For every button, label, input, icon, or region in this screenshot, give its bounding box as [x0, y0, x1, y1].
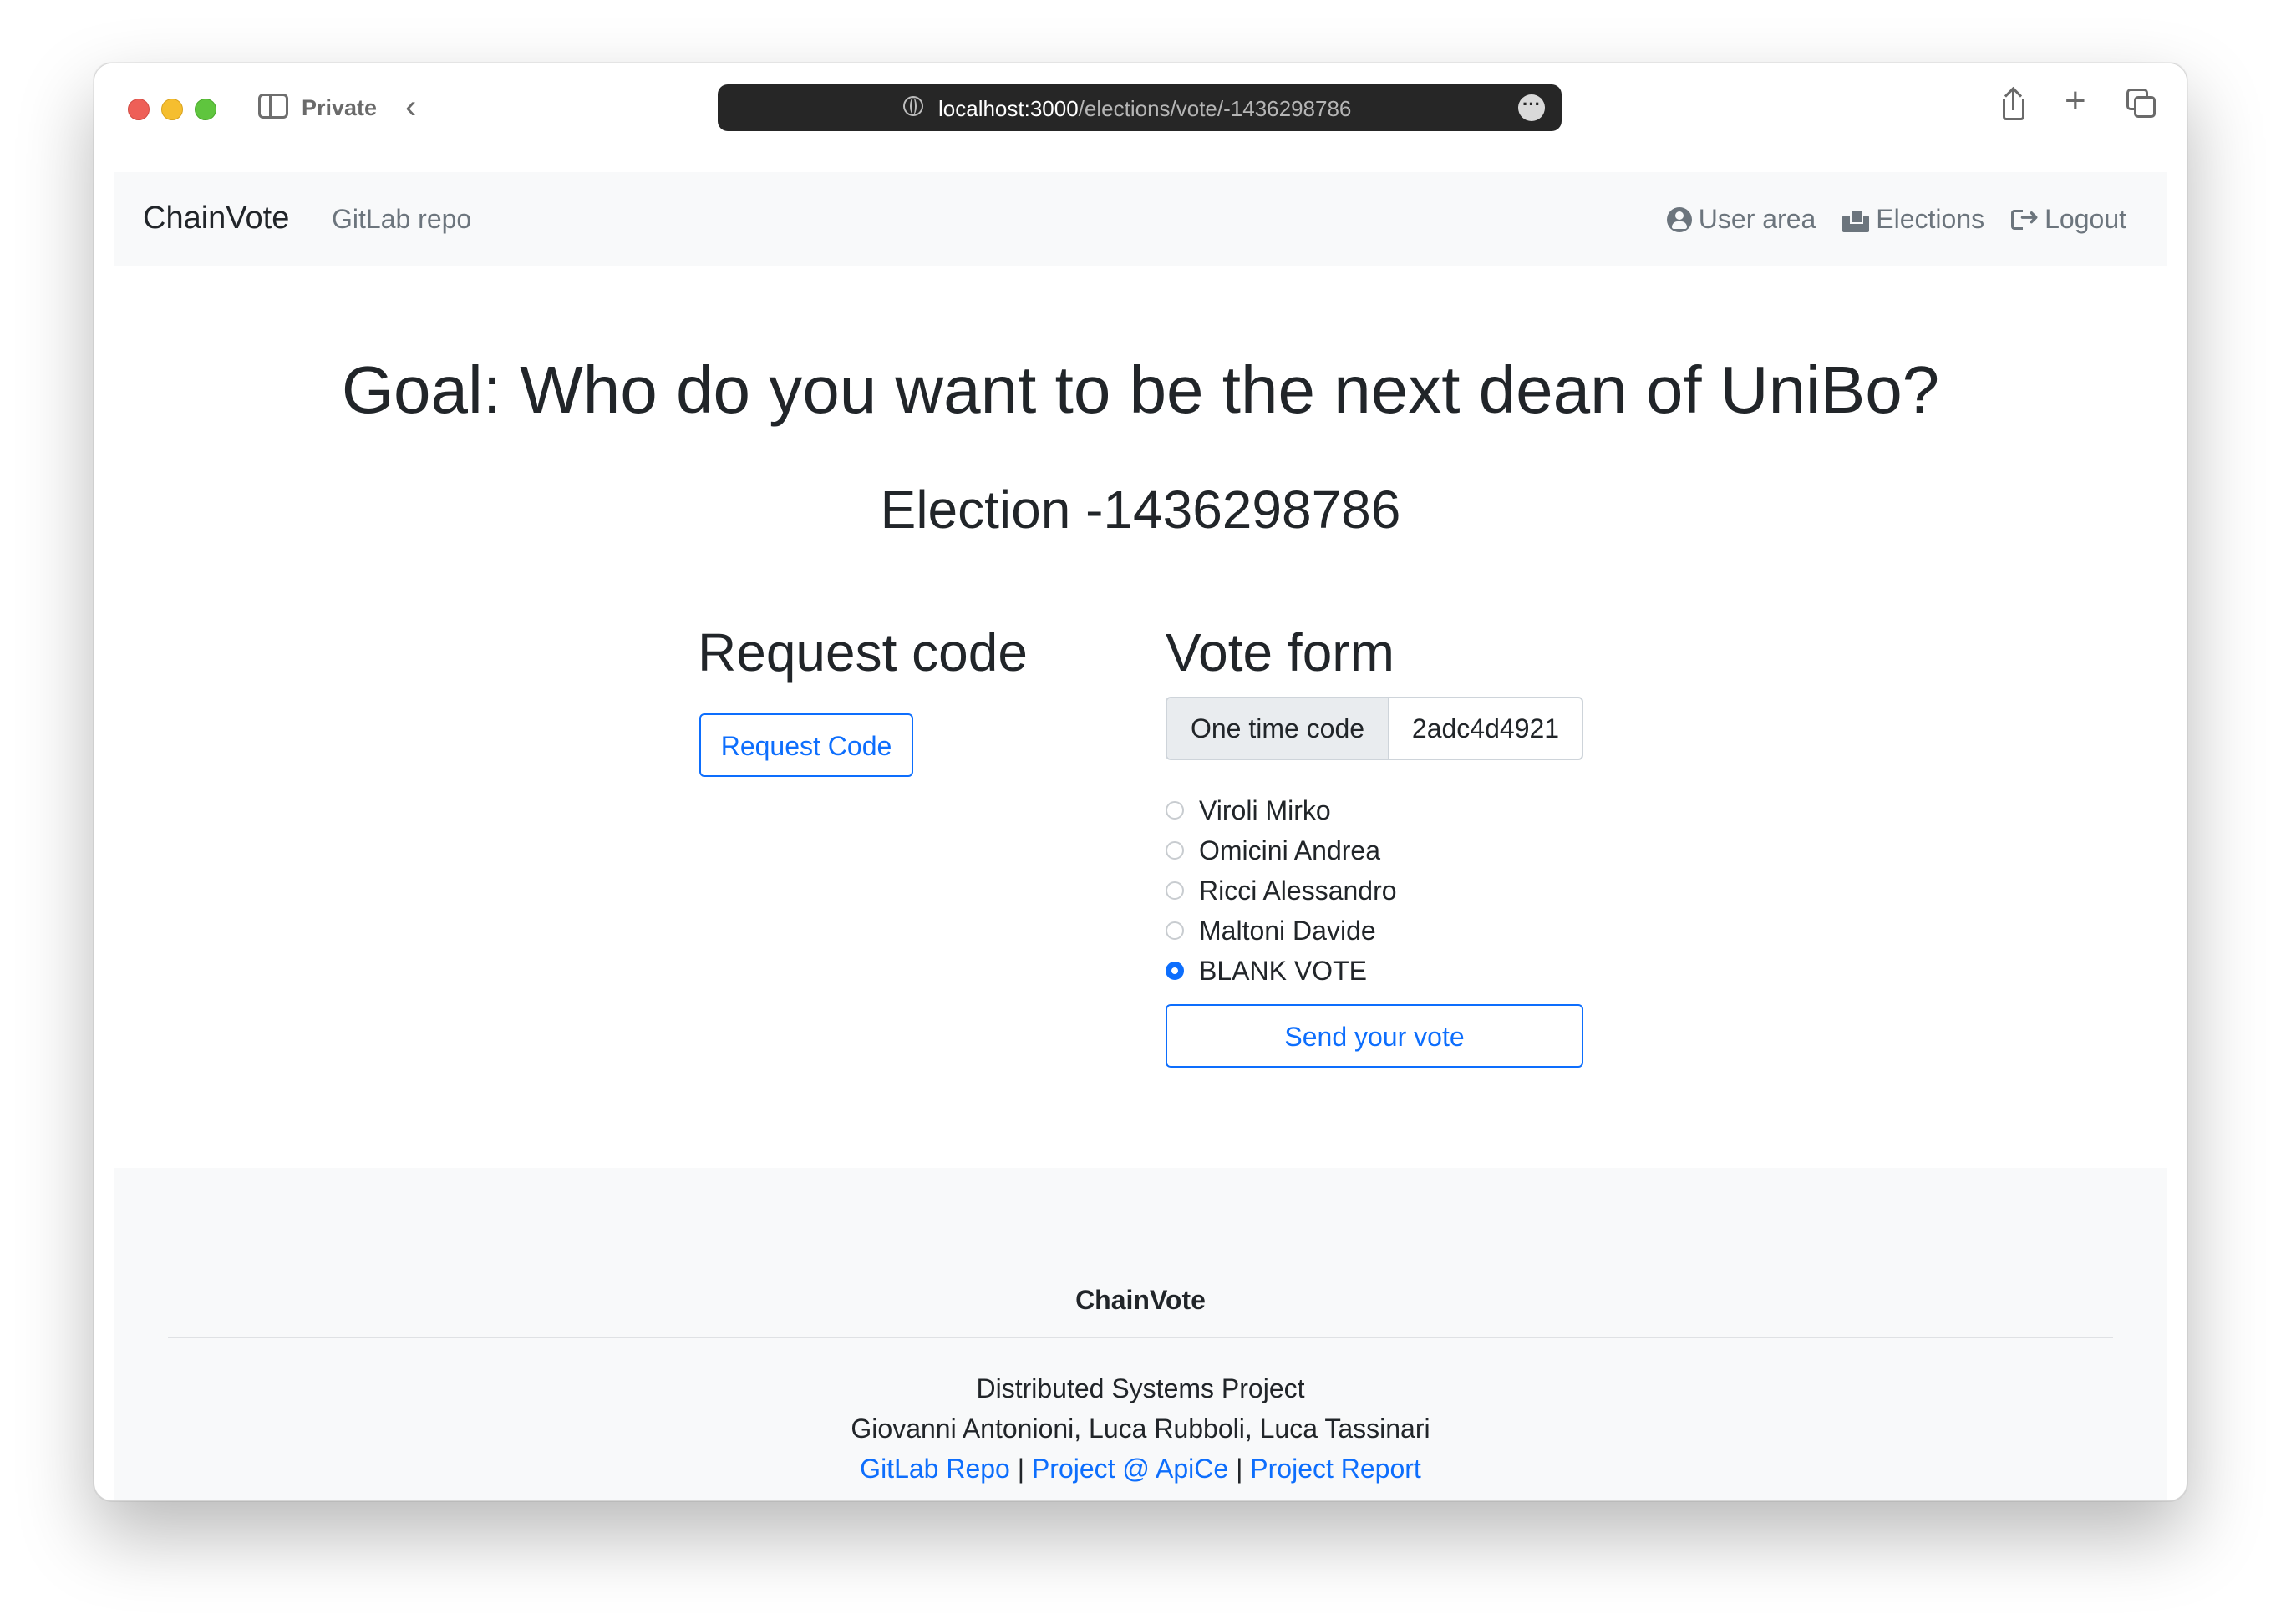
footer-project-line: Distributed Systems Project [976, 1373, 1305, 1403]
new-tab-icon[interactable]: + [2065, 83, 2086, 119]
one-time-code-field: One time code 2adc4d4921 [1166, 697, 1583, 760]
footer-divider [168, 1337, 2113, 1338]
radio-button[interactable] [1166, 841, 1184, 860]
send-vote-button[interactable]: Send your vote [1166, 1004, 1583, 1068]
footer-authors-line: Giovanni Antonioni, Luca Rubboli, Luca T… [851, 1413, 1430, 1444]
user-circle-icon [1666, 206, 1692, 232]
url-host: localhost:3000 [938, 96, 1079, 121]
nav-gitlab-link[interactable]: GitLab repo [332, 204, 471, 235]
browser-titlebar: Private ‹ localhost:3000/elections/vote/… [94, 63, 2187, 172]
footer-apice-link[interactable]: Project @ ApiCe [1032, 1454, 1228, 1484]
browser-window: Private ‹ localhost:3000/elections/vote/… [94, 63, 2187, 1501]
minimize-window-button[interactable] [161, 99, 183, 120]
candidate-option[interactable]: Ricci Alessandro [1166, 870, 1397, 911]
globe-icon [903, 96, 923, 116]
close-window-button[interactable] [128, 99, 150, 120]
private-browsing-label: Private [302, 95, 378, 120]
navbar-right: User area Elections Logout [1666, 203, 2126, 235]
candidate-label: Omicini Andrea [1199, 835, 1380, 865]
candidate-label: BLANK VOTE [1199, 955, 1367, 986]
election-title: Election -1436298786 [880, 480, 1401, 540]
sidebar-toggle-icon[interactable] [258, 94, 288, 119]
request-code-button[interactable]: Request Code [699, 713, 913, 777]
footer-separator: | [1017, 1454, 1025, 1484]
more-options-icon[interactable]: ··· [1518, 94, 1545, 121]
candidate-options: Viroli Mirko Omicini Andrea Ricci Alessa… [1166, 790, 1397, 991]
site-footer: ChainVote Distributed Systems Project Gi… [114, 1168, 2167, 1500]
footer-brand: ChainVote [1075, 1285, 1206, 1315]
candidate-option[interactable]: Viroli Mirko [1166, 790, 1397, 830]
nav-logout[interactable]: Logout [2011, 203, 2126, 235]
radio-button[interactable] [1166, 881, 1184, 900]
candidate-label: Maltoni Davide [1199, 915, 1376, 946]
nav-elections[interactable]: Elections [1842, 204, 1984, 235]
one-time-code-input[interactable]: 2adc4d4921 [1389, 698, 1582, 759]
candidate-option[interactable]: BLANK VOTE [1166, 951, 1397, 991]
footer-separator: | [1236, 1454, 1243, 1484]
site-navbar: ChainVote GitLab repo User area Election… [114, 172, 2167, 266]
share-icon[interactable] [2003, 89, 2024, 120]
footer-report-link[interactable]: Project Report [1250, 1454, 1421, 1484]
one-time-code-label: One time code [1167, 698, 1389, 759]
request-code-heading: Request code [698, 622, 1028, 683]
nav-logout-label: Logout [2045, 204, 2126, 234]
nav-user-area[interactable]: User area [1666, 204, 1816, 235]
candidate-option[interactable]: Maltoni Davide [1166, 911, 1397, 951]
radio-button[interactable] [1166, 801, 1184, 820]
footer-links: GitLab Repo | Project @ ApiCe | Project … [114, 1454, 2167, 1484]
navbar-brand[interactable]: ChainVote [143, 200, 289, 236]
vote-form-heading: Vote form [1166, 622, 1395, 683]
footer-gitlab-link[interactable]: GitLab Repo [860, 1454, 1010, 1484]
url-text: localhost:3000/elections/vote/-143629878… [938, 96, 1351, 122]
tab-overview-icon[interactable] [2126, 89, 2157, 119]
goal-title: Goal: Who do you want to be the next dea… [341, 353, 1940, 427]
nav-user-area-label: User area [1698, 204, 1816, 234]
url-path: /elections/vote/-1436298786 [1078, 96, 1352, 121]
nav-elections-label: Elections [1876, 204, 1985, 234]
candidate-label: Viroli Mirko [1199, 794, 1331, 825]
candidate-label: Ricci Alessandro [1199, 875, 1397, 906]
address-bar[interactable]: localhost:3000/elections/vote/-143629878… [718, 84, 1562, 131]
zoom-window-button[interactable] [195, 99, 216, 120]
back-arrow-icon[interactable]: ‹ [405, 90, 416, 124]
ballot-box-icon [1842, 207, 1870, 232]
candidate-option[interactable]: Omicini Andrea [1166, 830, 1397, 870]
logout-icon [2011, 203, 2040, 231]
radio-button[interactable] [1166, 921, 1184, 940]
radio-button-selected[interactable] [1166, 962, 1184, 980]
